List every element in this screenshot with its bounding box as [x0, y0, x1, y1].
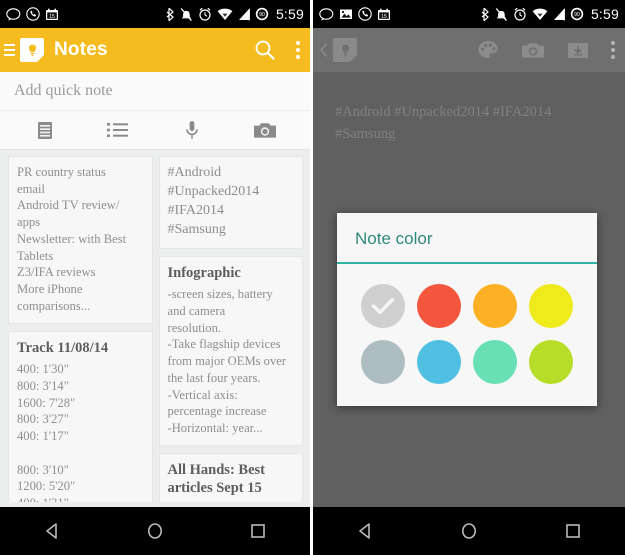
note-card[interactable]: Infographic -screen sizes, battery and c… [158, 255, 303, 446]
color-swatch-blue[interactable] [417, 340, 461, 384]
color-swatch-white[interactable] [361, 284, 405, 328]
quick-note-panel: Add quick note [0, 72, 310, 150]
camera-icon[interactable] [521, 41, 545, 60]
note-card[interactable]: #Android #Unpacked2014 #IFA2014 #Samsung [158, 156, 303, 249]
status-bar: 15 90 5:59 [0, 0, 310, 28]
color-swatch-row [355, 340, 579, 384]
viber-icon [26, 7, 40, 21]
bell-muted-icon [495, 7, 507, 21]
alarm-icon [514, 7, 526, 21]
status-bar-system-icons: 90 5:59 [480, 6, 619, 22]
color-swatch-yellow[interactable] [529, 284, 573, 328]
signal-icon [553, 8, 565, 20]
alarm-icon [199, 7, 211, 21]
color-swatch-red[interactable] [417, 284, 461, 328]
navigation-bar [0, 507, 310, 555]
svg-text:90: 90 [259, 12, 265, 18]
note-title: All Hands: Best articles Sept 15 [167, 461, 266, 497]
lightbulb-note-icon [20, 38, 44, 62]
status-bar: 15 90 5:59 [313, 0, 625, 28]
screen-divider [310, 0, 313, 555]
notes-column-left: PR country status email Android TV revie… [8, 156, 153, 502]
notes-grid: PR country status email Android TV revie… [0, 150, 310, 502]
bell-muted-icon [180, 7, 192, 21]
note-card[interactable]: All Hands: Best articles Sept 15 [158, 452, 303, 502]
overflow-menu-icon[interactable] [611, 41, 615, 59]
battery-icon: 90 [570, 7, 584, 21]
bluetooth-icon [166, 7, 174, 21]
note-detail-actions [477, 40, 615, 60]
overflow-menu-icon[interactable] [296, 41, 300, 59]
right-phone-screen: 15 90 5:59 #Android #Unpacked2014 #IFA20… [313, 0, 625, 555]
svg-text:90: 90 [574, 12, 580, 18]
dual-screenshot: 15 90 5:59 Notes Add quick note PR count… [0, 0, 625, 555]
status-bar-clock: 5:59 [590, 6, 619, 22]
back-triangle-icon[interactable] [25, 514, 79, 548]
note-detail-body: #Android #Unpacked2014 #IFA2014 #Samsung… [313, 72, 625, 555]
note-color-dialog: Note color [337, 213, 597, 406]
home-circle-icon[interactable] [128, 514, 182, 548]
lightbulb-note-icon [333, 38, 357, 62]
back-arrow-icon[interactable] [318, 42, 330, 58]
app-bar: Notes [0, 28, 310, 72]
notes-column-right: #Android #Unpacked2014 #IFA2014 #Samsung… [158, 156, 303, 502]
camera-icon[interactable] [242, 115, 288, 145]
note-card[interactable]: PR country status email Android TV revie… [8, 156, 153, 324]
calendar-icon: 15 [46, 8, 58, 20]
microphone-icon[interactable] [169, 115, 215, 145]
wifi-icon [217, 8, 233, 20]
note-body: #Android #Unpacked2014 #IFA2014 #Samsung [167, 165, 260, 237]
app-bar-actions [254, 39, 300, 61]
note-title: Infographic [167, 264, 241, 281]
navigation-bar [313, 507, 625, 555]
viber-icon [358, 7, 372, 21]
recents-square-icon[interactable] [231, 514, 285, 548]
battery-icon: 90 [255, 7, 269, 21]
quick-note-input[interactable]: Add quick note [0, 72, 310, 111]
note-detail-app-bar [313, 28, 625, 72]
page-title: Notes [54, 39, 108, 60]
recents-square-icon[interactable] [546, 514, 600, 548]
note-title: Track 11/08/14 [17, 339, 109, 356]
note-body: 400: 1'30" 800: 3'14" 1600: 7'28" 800: 3… [17, 362, 78, 502]
image-icon [340, 9, 352, 19]
color-swatch-grid [337, 264, 597, 406]
palette-icon[interactable] [477, 40, 499, 60]
quick-note-actions [0, 111, 310, 149]
color-swatch-bluegrey[interactable] [361, 340, 405, 384]
note-icon[interactable] [22, 115, 68, 145]
dialog-title: Note color [355, 229, 433, 248]
status-bar-clock: 5:59 [275, 6, 304, 22]
list-icon[interactable] [95, 115, 141, 145]
color-swatch-row [355, 284, 579, 328]
note-body: -screen sizes, battery and camera resolu… [167, 287, 287, 435]
speech-bubble-icon [6, 7, 21, 20]
hamburger-icon[interactable] [4, 41, 18, 59]
signal-icon [238, 8, 250, 20]
color-swatch-lime[interactable] [529, 340, 573, 384]
svg-text:15: 15 [49, 13, 55, 19]
status-bar-system-icons: 90 5:59 [165, 6, 304, 22]
note-card[interactable]: Track 11/08/14 400: 1'30" 800: 3'14" 160… [8, 330, 153, 502]
status-bar-notification-icons: 15 [319, 7, 391, 21]
back-triangle-icon[interactable] [338, 514, 392, 548]
color-swatch-teal[interactable] [473, 340, 517, 384]
color-swatch-orange[interactable] [473, 284, 517, 328]
svg-text:15: 15 [381, 13, 387, 19]
archive-icon[interactable] [567, 41, 589, 60]
left-phone-screen: 15 90 5:59 Notes Add quick note PR count… [0, 0, 310, 555]
speech-bubble-icon [319, 7, 334, 20]
bluetooth-icon [481, 7, 489, 21]
note-body: PR country status email Android TV revie… [17, 165, 127, 313]
status-bar-notification-icons: 15 [6, 7, 59, 21]
wifi-icon [532, 8, 548, 20]
home-circle-icon[interactable] [442, 514, 496, 548]
check-icon [371, 297, 395, 315]
calendar-icon: 15 [378, 8, 390, 20]
search-icon[interactable] [254, 39, 276, 61]
